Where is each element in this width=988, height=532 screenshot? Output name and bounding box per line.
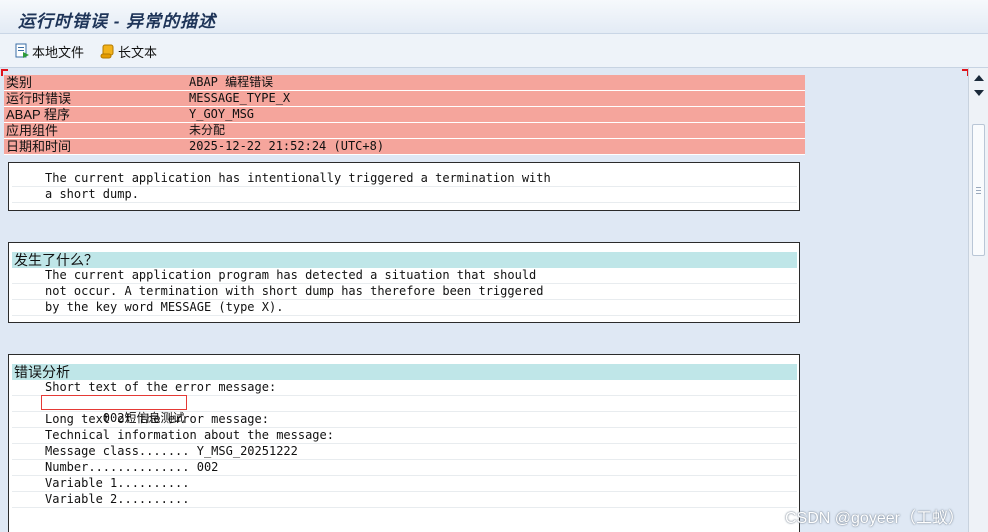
- error-analysis-line: Short text of the error message:: [12, 380, 797, 396]
- header-value: 未分配: [189, 123, 226, 137]
- header-row: 运行时错误 MESSAGE_TYPE_X: [4, 91, 805, 107]
- error-analysis-heading: 错误分析: [12, 364, 797, 380]
- scroll-thumb[interactable]: [972, 124, 985, 256]
- scroll-icon: [100, 44, 114, 59]
- long-text-button[interactable]: 长文本: [100, 42, 157, 60]
- header-row: 日期和时间 2025-12-22 21:52:24 (UTC+8): [4, 139, 805, 155]
- long-text-label: 长文本: [118, 44, 158, 60]
- title-bar: 运行时错误 - 异常的描述: [0, 0, 988, 34]
- window-title: 运行时错误 - 异常的描述: [18, 12, 217, 31]
- error-analysis-line: Long text of the error message:: [12, 412, 797, 428]
- local-file-icon: [15, 43, 29, 58]
- header-row: 类别 ABAP 编程错误: [4, 75, 805, 91]
- what-happened-line: The current application program has dete…: [12, 268, 797, 284]
- header-key: ABAP 程序: [6, 107, 71, 122]
- scroll-down-icon[interactable]: [974, 90, 984, 96]
- header-value: 2025-12-22 21:52:24 (UTC+8): [189, 139, 385, 153]
- what-happened-line: not occur. A termination with short dump…: [12, 284, 797, 300]
- error-analysis-box: 错误分析 Short text of the error message: 00…: [8, 354, 800, 532]
- header-value: MESSAGE_TYPE_X: [189, 91, 291, 105]
- header-key: 应用组件: [6, 123, 59, 138]
- summary-box: The current application has intentionall…: [8, 162, 800, 211]
- header-row: ABAP 程序 Y_GOY_MSG: [4, 107, 805, 123]
- grip-line: [976, 193, 981, 194]
- header-table: 类别 ABAP 编程错误 运行时错误 MESSAGE_TYPE_X ABAP 程…: [4, 75, 805, 155]
- toolbar: 本地文件 长文本: [0, 34, 988, 68]
- local-file-label: 本地文件: [32, 44, 85, 60]
- error-analysis-line: Number.............. 002: [12, 460, 797, 476]
- grip-line: [976, 190, 981, 191]
- header-value: ABAP 编程错误: [189, 75, 274, 89]
- header-key: 运行时错误: [6, 91, 72, 106]
- error-analysis-line: Message class....... Y_MSG_20251222: [12, 444, 797, 460]
- dump-content: 类别 ABAP 编程错误 运行时错误 MESSAGE_TYPE_X ABAP 程…: [0, 68, 968, 532]
- what-happened-box: 发生了什么？ The current application program h…: [8, 242, 800, 323]
- error-analysis-line: Variable 2..........: [12, 492, 797, 508]
- error-analysis-line: Variable 1..........: [12, 476, 797, 492]
- error-analysis-line: 002短信息测试: [12, 395, 797, 425]
- vertical-scrollbar[interactable]: [968, 68, 988, 532]
- header-row: 应用组件 未分配: [4, 123, 805, 139]
- header-value: Y_GOY_MSG: [189, 107, 255, 121]
- highlight-box: [41, 395, 187, 410]
- grip-line: [976, 187, 981, 188]
- local-file-button[interactable]: 本地文件: [14, 42, 84, 60]
- error-analysis-line: Technical information about the message:: [12, 428, 797, 444]
- header-key: 类别: [6, 75, 33, 90]
- watermark: CSDN @goyeer（工蚁）: [785, 510, 964, 527]
- header-key: 日期和时间: [6, 139, 72, 154]
- what-happened-heading: 发生了什么？: [12, 252, 797, 268]
- summary-line: a short dump.: [12, 187, 797, 203]
- scroll-up-icon[interactable]: [974, 75, 984, 81]
- summary-line: The current application has intentionall…: [12, 171, 797, 187]
- what-happened-line: by the key word MESSAGE (type X).: [12, 300, 797, 316]
